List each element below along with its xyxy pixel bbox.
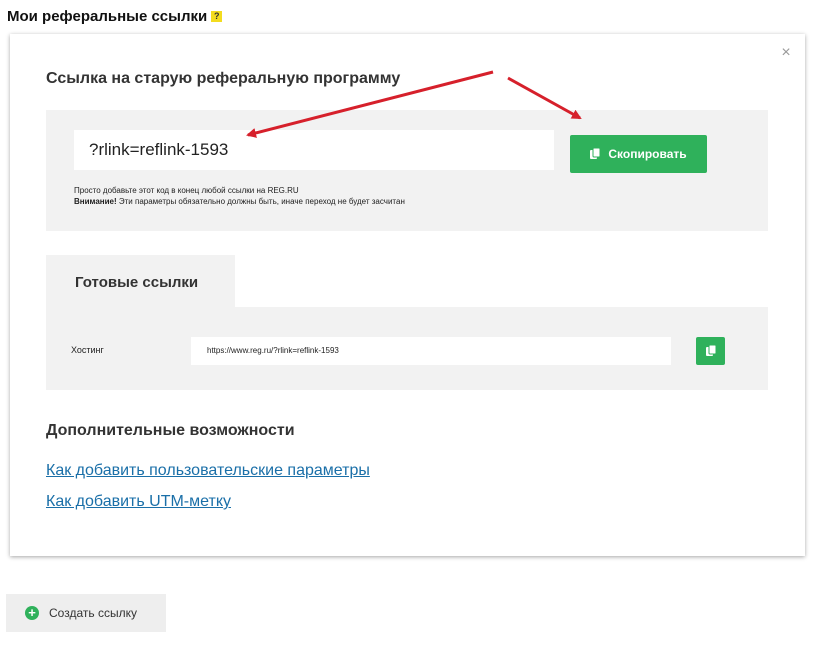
ready-links-panel: Хостинг https://www.reg.ru/?rlink=reflin… <box>46 307 768 390</box>
warning-text: Эти параметры обязательно должны быть, и… <box>116 197 405 206</box>
page-title-text: Мои реферальные ссылки <box>7 8 208 25</box>
warning-label: Внимание! <box>74 197 117 206</box>
extra-title: Дополнительные возможности <box>46 422 295 439</box>
create-link-button[interactable]: + Создать ссылку <box>6 594 166 632</box>
row-label-hosting: Хостинг <box>71 345 104 355</box>
close-icon[interactable]: × <box>779 45 793 61</box>
help-icon[interactable]: ? <box>211 11 223 22</box>
copy-button[interactable]: Скопировать <box>570 135 707 173</box>
custom-params-link[interactable]: Как добавить пользовательские параметры <box>46 462 370 480</box>
create-link-label: Создать ссылку <box>49 606 137 620</box>
utm-link[interactable]: Как добавить UTM-метку <box>46 493 231 511</box>
referral-code-field[interactable]: ?rlink=reflink-1593 <box>74 130 554 170</box>
copy-hosting-button[interactable] <box>696 337 725 365</box>
old-program-title: Ссылка на старую реферальную программу <box>46 70 401 87</box>
hosting-url-field[interactable]: https://www.reg.ru/?rlink=reflink-1593 <box>191 337 671 365</box>
referral-card: × Ссылка на старую реферальную программу… <box>10 34 805 556</box>
plus-circle-icon: + <box>25 606 39 620</box>
page-title: Мои реферальные ссылки ? <box>7 8 223 25</box>
old-program-panel: ?rlink=reflink-1593 Скопировать Просто д… <box>46 110 768 231</box>
tab-ready-links[interactable]: Готовые ссылки <box>46 255 235 307</box>
hint-line: Просто добавьте этот код в конец любой с… <box>74 186 299 195</box>
copy-icon <box>590 148 601 159</box>
copy-icon <box>705 345 716 356</box>
copy-button-label: Скопировать <box>608 147 687 161</box>
warning-line: Внимание! Эти параметры обязательно долж… <box>74 196 405 207</box>
hint-text: Просто добавьте этот код в конец любой с… <box>74 185 405 207</box>
